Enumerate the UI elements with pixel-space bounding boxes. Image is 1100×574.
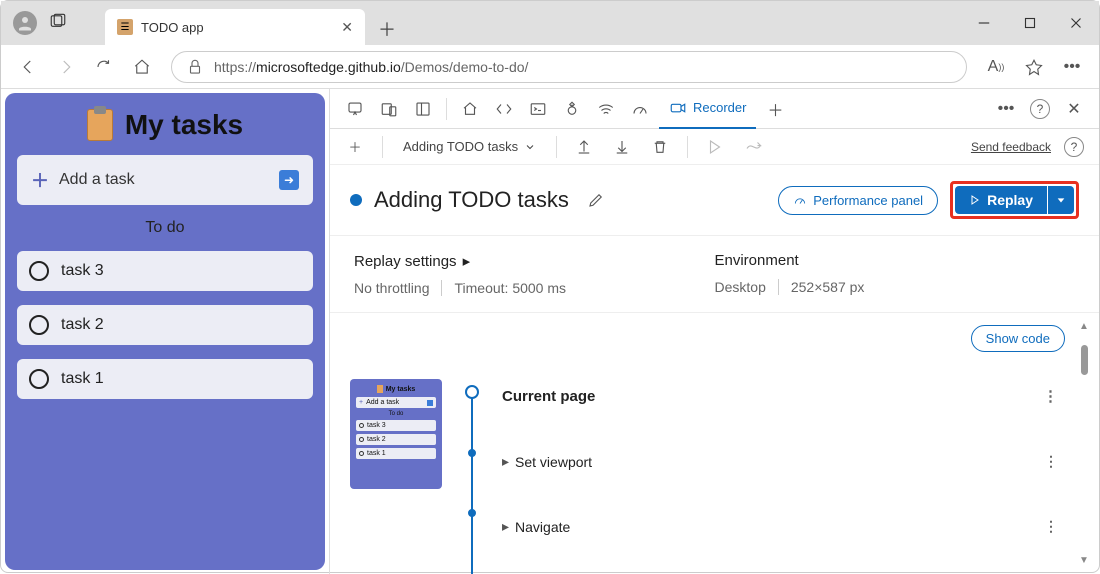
recording-selector[interactable]: Adding TODO tasks (395, 136, 544, 157)
maximize-button[interactable] (1007, 1, 1053, 45)
devtools-close-icon[interactable]: ✕ (1059, 94, 1089, 124)
performance-tab-icon[interactable] (625, 94, 655, 124)
address-bar: https://microsoftedge.github.io/Demos/de… (1, 45, 1099, 89)
section-header: To do (17, 219, 313, 237)
show-code-button[interactable]: Show code (971, 325, 1065, 352)
step-current-page[interactable]: Current page⋮ (502, 379, 1079, 413)
devtools-panel: Recorder ＋ ••• ? ✕ ＋ Adding TODO tasks S… (329, 89, 1099, 574)
window-titlebar: ☰ TODO app ✕ ＋ (1, 1, 1099, 45)
feedback-link[interactable]: Send feedback (971, 140, 1051, 154)
recording-status-icon (350, 194, 362, 206)
recorder-toolbar: ＋ Adding TODO tasks Send feedback ? (330, 129, 1099, 165)
throttling-value: No throttling (354, 280, 429, 296)
recording-header: Adding TODO tasks Performance panel Repl… (330, 165, 1099, 236)
step-navigate[interactable]: ▸Navigate⋮ (502, 510, 1079, 543)
toolbar-help-icon[interactable]: ? (1059, 132, 1089, 162)
replay-step-button[interactable] (700, 132, 730, 162)
performance-panel-button[interactable]: Performance panel (778, 186, 938, 215)
more-tabs-button[interactable]: ＋ (760, 94, 790, 124)
replay-dropdown-button[interactable] (1048, 186, 1074, 214)
environment-size: 252×587 px (778, 279, 865, 295)
task-checkbox-icon[interactable] (29, 369, 49, 389)
network-tab-icon[interactable] (591, 94, 621, 124)
sources-tab-icon[interactable] (557, 94, 587, 124)
app-title: My tasks (125, 109, 243, 141)
edit-title-icon[interactable] (581, 185, 611, 215)
add-task-label: Add a task (59, 171, 135, 189)
tab-actions-icon[interactable] (49, 12, 67, 35)
profile-icon[interactable] (13, 11, 37, 35)
replay-button[interactable]: Replay (955, 186, 1047, 214)
console-tab-icon[interactable] (523, 94, 553, 124)
recording-title: Adding TODO tasks (374, 187, 569, 213)
step-button[interactable] (738, 132, 768, 162)
devtools-more-icon[interactable]: ••• (991, 94, 1021, 124)
tab-close-icon[interactable]: ✕ (341, 19, 353, 36)
step-menu-icon[interactable]: ⋮ (1044, 453, 1059, 470)
caret-right-icon: ▸ (502, 453, 509, 470)
devtools-tabbar: Recorder ＋ ••• ? ✕ (330, 89, 1099, 129)
lock-icon (186, 58, 204, 76)
new-recording-button[interactable]: ＋ (340, 132, 370, 162)
more-button[interactable]: ••• (1055, 50, 1089, 84)
app-header: My tasks (17, 109, 313, 141)
elements-tab-icon[interactable] (489, 94, 519, 124)
dock-icon[interactable] (408, 94, 438, 124)
task-item[interactable]: task 2 (17, 305, 313, 345)
minimize-button[interactable] (961, 1, 1007, 45)
welcome-tab-icon[interactable] (455, 94, 485, 124)
export-button[interactable] (569, 132, 599, 162)
favorite-button[interactable] (1017, 50, 1051, 84)
home-button[interactable] (125, 50, 159, 84)
add-task-input[interactable]: ＋ Add a task ➜ (17, 155, 313, 205)
environment-device: Desktop (715, 279, 766, 295)
recorder-tab[interactable]: Recorder (659, 89, 756, 129)
task-item[interactable]: task 1 (17, 359, 313, 399)
import-button[interactable] (607, 132, 637, 162)
scrollbar[interactable] (1077, 321, 1091, 566)
browser-tab[interactable]: ☰ TODO app ✕ (105, 9, 365, 45)
device-toggle-icon[interactable] (374, 94, 404, 124)
replay-settings-toggle[interactable]: Replay settings▸ (354, 252, 715, 270)
step-set-viewport[interactable]: ▸Set viewport⋮ (502, 445, 1079, 478)
inspect-icon[interactable] (340, 94, 370, 124)
step-menu-icon[interactable]: ⋮ (1043, 387, 1059, 405)
clipboard-icon (87, 109, 113, 141)
replay-settings-section: Replay settings▸ No throttling Timeout: … (330, 236, 1099, 313)
close-window-button[interactable] (1053, 1, 1099, 45)
delete-button[interactable] (645, 132, 675, 162)
new-tab-button[interactable]: ＋ (371, 13, 403, 45)
recording-steps-area: Show code My tasks +Add a task To do tas… (330, 313, 1099, 574)
task-checkbox-icon[interactable] (29, 261, 49, 281)
step-menu-icon[interactable]: ⋮ (1044, 518, 1059, 535)
caret-right-icon: ▸ (502, 518, 509, 535)
refresh-button[interactable] (87, 50, 121, 84)
back-button[interactable] (11, 50, 45, 84)
task-checkbox-icon[interactable] (29, 315, 49, 335)
environment-label: Environment (715, 252, 799, 269)
tab-title: TODO app (141, 20, 333, 35)
chevron-down-icon (524, 141, 536, 153)
caret-down-icon (1056, 195, 1066, 205)
timeline-line (462, 379, 482, 543)
forward-button[interactable] (49, 50, 83, 84)
screenshot-thumbnail: My tasks +Add a task To do task 3 task 2… (350, 379, 442, 489)
caret-right-icon: ▸ (463, 252, 471, 270)
tab-favicon-icon: ☰ (117, 19, 133, 35)
replay-button-highlight: Replay (950, 181, 1079, 219)
submit-arrow-icon[interactable]: ➜ (279, 170, 299, 190)
url-input[interactable]: https://microsoftedge.github.io/Demos/de… (171, 51, 967, 83)
task-item[interactable]: task 3 (17, 251, 313, 291)
devtools-help-icon[interactable]: ? (1025, 94, 1055, 124)
todo-app: My tasks ＋ Add a task ➜ To do task 3 tas… (5, 93, 325, 570)
read-aloud-button[interactable]: A)) (979, 50, 1013, 84)
timeout-value: Timeout: 5000 ms (441, 280, 566, 296)
plus-icon: ＋ (31, 167, 49, 193)
